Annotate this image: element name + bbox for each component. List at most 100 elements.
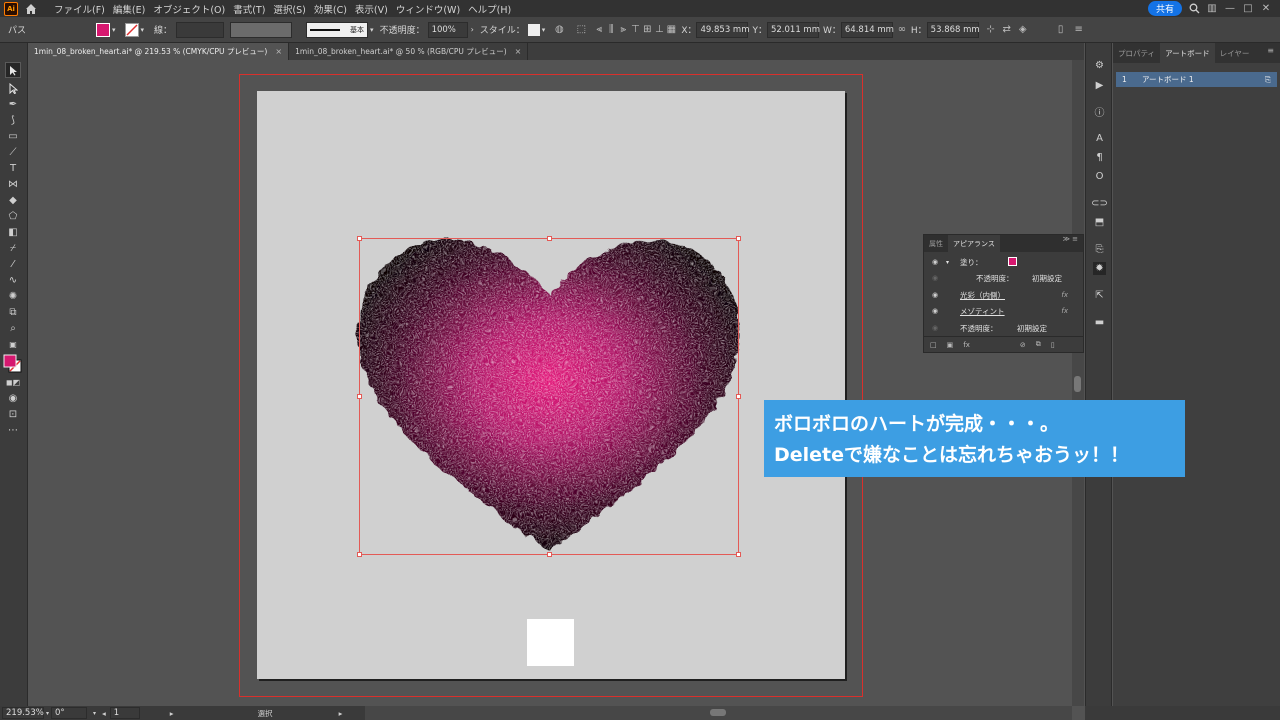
- share-button[interactable]: 共有: [1147, 1, 1182, 16]
- align-right-icon[interactable]: ⫸: [617, 24, 629, 36]
- tab-appearance[interactable]: アピアランス: [948, 235, 1000, 252]
- align-top-icon[interactable]: ⊤: [629, 24, 641, 36]
- arrange-documents-icon[interactable]: ▯: [1055, 24, 1067, 36]
- scrollbar-thumb[interactable]: [710, 709, 726, 716]
- fill-swatch[interactable]: [1008, 257, 1017, 266]
- status-menu-icon[interactable]: ▸: [339, 709, 343, 718]
- shape-builder-tool-icon[interactable]: ⬠: [6, 209, 20, 223]
- handle-bottom-right[interactable]: [736, 552, 741, 557]
- add-fill-icon[interactable]: ▣: [947, 341, 954, 349]
- tab-layers[interactable]: レイヤー: [1215, 43, 1255, 63]
- recolor-artwork-icon[interactable]: ◍: [553, 24, 565, 36]
- tab-properties[interactable]: プロパティ: [1113, 43, 1160, 63]
- default-colors-icon[interactable]: ▣: [6, 337, 20, 351]
- reference-point-icon[interactable]: ⊹: [985, 24, 997, 36]
- search-icon[interactable]: [1188, 3, 1200, 15]
- delete-item-icon[interactable]: ▯: [1051, 341, 1055, 349]
- stroke-color-swatch[interactable]: [124, 22, 139, 37]
- isolate-icon[interactable]: ◈: [1017, 24, 1029, 36]
- visibility-eye-icon[interactable]: ◉: [932, 307, 938, 315]
- menu-effect[interactable]: 効果(C): [310, 2, 351, 16]
- document-tab-active[interactable]: 1min_08_broken_heart.ai* @ 219.53 % (CMY…: [28, 43, 290, 60]
- prev-artboard-icon[interactable]: ◂: [102, 709, 106, 718]
- blend-tool-icon[interactable]: ∿: [6, 273, 20, 287]
- align-center-icon[interactable]: ⫼: [605, 24, 617, 36]
- appearance-row-opacity[interactable]: ◉ 不透明度： 初期設定: [924, 270, 1074, 286]
- menu-edit[interactable]: 編集(E): [109, 2, 149, 16]
- appearance-row-fill[interactable]: ◉ ▾ 塗り：: [924, 254, 1074, 270]
- graphic-style-swatch[interactable]: [527, 23, 540, 36]
- curvature-tool-icon[interactable]: ⟆: [6, 113, 20, 127]
- mezzotint-effect-link[interactable]: メゾティント: [960, 306, 1005, 317]
- h-field[interactable]: 53.868 mm: [926, 21, 980, 38]
- screen-mode-icon[interactable]: ⊡: [6, 407, 20, 421]
- variable-width-field[interactable]: [230, 21, 293, 38]
- paragraph-icon[interactable]: ¶: [1093, 151, 1106, 164]
- symbol-sprayer-tool-icon[interactable]: ✺: [6, 289, 20, 303]
- handle-bottom-left[interactable]: [357, 552, 362, 557]
- draw-mode-icon[interactable]: ◉: [6, 391, 20, 405]
- mesh-tool-icon[interactable]: ⌿: [6, 241, 20, 255]
- clear-appearance-icon[interactable]: ⊘: [1020, 341, 1026, 349]
- gradient-tool-icon[interactable]: ◧: [6, 225, 20, 239]
- type-tool-icon[interactable]: T: [6, 161, 20, 175]
- add-stroke-icon[interactable]: □: [930, 341, 937, 349]
- close-icon[interactable]: ×: [515, 47, 522, 56]
- artboard-list-item[interactable]: 1 アートボード 1 ⎘: [1116, 72, 1277, 87]
- panel-menu-icon[interactable]: ≡: [1261, 43, 1280, 63]
- horizontal-scrollbar[interactable]: [365, 706, 1072, 720]
- width-tool-icon[interactable]: ⋈: [6, 177, 20, 191]
- opentype-icon[interactable]: O: [1093, 170, 1106, 183]
- menu-select[interactable]: 選択(S): [269, 2, 309, 16]
- handle-middle-left[interactable]: [357, 394, 362, 399]
- visibility-eye-icon[interactable]: ◉: [932, 291, 938, 299]
- menu-object[interactable]: オブジェクト(O): [149, 2, 229, 16]
- handle-bottom-center[interactable]: [547, 552, 552, 557]
- w-field[interactable]: 64.814 mm: [840, 21, 894, 38]
- artboard-number-field[interactable]: 1: [109, 707, 140, 719]
- align-bottom-icon[interactable]: ⊥: [653, 24, 665, 36]
- tab-artboards[interactable]: アートボード: [1160, 43, 1215, 63]
- visibility-eye-icon[interactable]: ◉: [932, 324, 938, 332]
- appearance-row-mezzotint[interactable]: ◉ メゾティント fx: [924, 303, 1074, 319]
- handle-top-left[interactable]: [357, 236, 362, 241]
- workspace-icon[interactable]: ▥: [1206, 3, 1218, 15]
- selection-bounding-box[interactable]: [357, 236, 741, 557]
- x-field[interactable]: 49.853 mm: [696, 21, 750, 38]
- tab-attributes[interactable]: 属性: [924, 235, 948, 252]
- paintbrush-tool-icon[interactable]: ⟋: [6, 145, 20, 159]
- chevron-down-icon[interactable]: ▾: [542, 26, 546, 34]
- direct-selection-tool-icon[interactable]: [6, 81, 20, 95]
- visibility-eye-icon[interactable]: ◉: [932, 274, 938, 282]
- rotation-field[interactable]: 0°: [51, 707, 88, 719]
- vertical-scrollbar[interactable]: [1072, 60, 1084, 706]
- rectangle-tool-icon[interactable]: ▭: [6, 129, 20, 143]
- panel-menu-icon[interactable]: ≫ ≡: [1063, 235, 1083, 252]
- comments-icon[interactable]: ▬: [1093, 316, 1106, 329]
- transform-icon[interactable]: ▦: [665, 24, 677, 36]
- document-tab[interactable]: 1min_08_broken_heart.ai* @ 50 % (RGB/CPU…: [289, 43, 529, 60]
- align-to-icon[interactable]: ⬚: [575, 24, 587, 36]
- home-icon[interactable]: [24, 2, 38, 16]
- menu-help[interactable]: ヘルプ(H): [464, 2, 515, 16]
- next-artboard-icon[interactable]: ▸: [170, 709, 174, 718]
- chevron-right-icon[interactable]: ›: [471, 25, 474, 34]
- inner-glow-effect-link[interactable]: 光彩（内側）: [960, 290, 1005, 301]
- gpu-performance-icon[interactable]: ⚙: [1093, 59, 1106, 72]
- chevron-down-icon[interactable]: ▾: [112, 26, 116, 34]
- chevron-down-icon[interactable]: ▾: [46, 710, 49, 717]
- appearance-row-inner-glow[interactable]: ◉ 光彩（内側） fx: [924, 287, 1074, 303]
- panel-menu-icon[interactable]: ≡: [1073, 24, 1085, 36]
- add-effect-icon[interactable]: fx: [963, 341, 970, 349]
- stroke-style-field[interactable]: 基本: [306, 21, 369, 38]
- opacity-field[interactable]: 100%: [427, 21, 468, 38]
- zoom-field[interactable]: 219.53%: [2, 707, 44, 719]
- y-field[interactable]: 52.011 mm: [766, 21, 820, 38]
- more-tools-icon[interactable]: ⋯: [6, 423, 20, 437]
- handle-top-right[interactable]: [736, 236, 741, 241]
- selection-tool-icon[interactable]: [5, 62, 21, 78]
- fill-stroke-icon[interactable]: [2, 353, 24, 375]
- character-icon[interactable]: A: [1093, 132, 1106, 145]
- maximize-icon[interactable]: □: [1242, 3, 1254, 15]
- visibility-eye-icon[interactable]: ◉: [932, 258, 938, 266]
